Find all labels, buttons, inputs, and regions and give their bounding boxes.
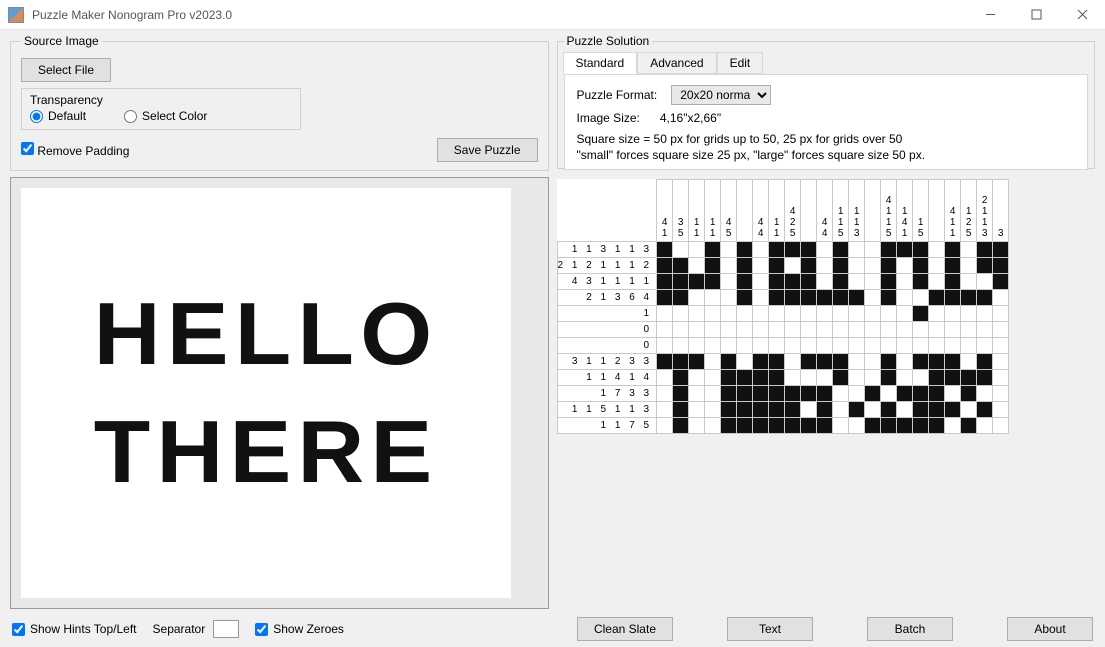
about-button[interactable]: About — [1007, 617, 1093, 641]
close-button[interactable] — [1059, 0, 1105, 29]
show-zeroes-check[interactable]: Show Zeroes — [255, 622, 344, 636]
image-size-label: Image Size: — [577, 111, 640, 125]
bottom-bar: Show Hints Top/Left Separator Show Zeroe… — [0, 613, 1105, 647]
format-select[interactable]: 20x20 normal — [671, 85, 771, 105]
puzzle-solution-legend: Puzzle Solution — [564, 34, 653, 48]
tab-standard[interactable]: Standard — [563, 52, 638, 74]
hint-line-2: "small" forces square size 25 px, "large… — [577, 147, 1076, 163]
save-puzzle-button[interactable]: Save Puzzle — [437, 138, 538, 162]
source-preview-image: HELLO THERE — [21, 188, 511, 598]
titlebar: Puzzle Maker Nonogram Pro v2023.0 — [0, 0, 1105, 30]
radio-default[interactable]: Default — [30, 109, 86, 123]
nonogram-area: 4135111145441142544115113411514115411125… — [557, 175, 1096, 607]
show-hints-check[interactable]: Show Hints Top/Left — [12, 622, 137, 636]
transparency-group: Transparency Default Select Color — [21, 88, 301, 130]
image-size-value: 4,16"x2,66" — [660, 111, 721, 125]
minimize-button[interactable] — [967, 0, 1013, 29]
remove-padding-input[interactable] — [21, 142, 34, 155]
source-image-group: Source Image Select File Transparency De… — [10, 34, 549, 171]
show-zeroes-input[interactable] — [255, 623, 268, 636]
preview-word-1: HELLO — [94, 290, 439, 378]
show-hints-input[interactable] — [12, 623, 25, 636]
select-file-button[interactable]: Select File — [21, 58, 111, 82]
tab-advanced[interactable]: Advanced — [637, 52, 716, 74]
app-icon — [8, 7, 24, 23]
radio-select-color-input[interactable] — [124, 110, 137, 123]
source-preview: HELLO THERE — [10, 177, 549, 609]
nonogram-grid: 4135111145441142544115113411514115411125… — [557, 179, 1010, 434]
radio-default-input[interactable] — [30, 110, 43, 123]
batch-button[interactable]: Batch — [867, 617, 953, 641]
tab-edit[interactable]: Edit — [717, 52, 764, 74]
preview-word-2: THERE — [94, 408, 439, 496]
radio-select-color[interactable]: Select Color — [124, 109, 207, 123]
source-image-legend: Source Image — [21, 34, 102, 48]
transparency-label: Transparency — [30, 93, 292, 107]
hint-line-1: Square size = 50 px for grids up to 50, … — [577, 131, 1076, 147]
separator-label: Separator — [153, 622, 206, 636]
separator-input[interactable] — [213, 620, 239, 638]
clean-slate-button[interactable]: Clean Slate — [577, 617, 673, 641]
window-title: Puzzle Maker Nonogram Pro v2023.0 — [32, 8, 967, 22]
format-label: Puzzle Format: — [577, 88, 658, 102]
text-button[interactable]: Text — [727, 617, 813, 641]
remove-padding-check[interactable]: Remove Padding — [21, 142, 129, 158]
maximize-button[interactable] — [1013, 0, 1059, 29]
puzzle-solution-group: Puzzle Solution Standard Advanced Edit P… — [557, 34, 1096, 169]
